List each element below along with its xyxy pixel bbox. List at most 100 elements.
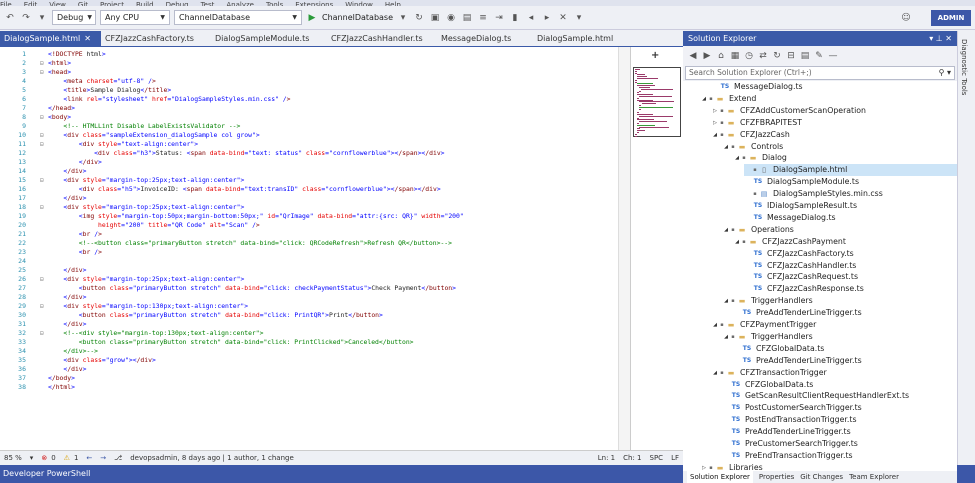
code-line[interactable]: <!--<div style="margin-top:130px;text-al… bbox=[48, 329, 263, 338]
code-line[interactable]: </div> bbox=[48, 167, 86, 176]
run-button-label[interactable]: ChannelDatabase bbox=[322, 13, 393, 22]
code-line[interactable]: <button class="primaryButton stretch" da… bbox=[48, 311, 383, 320]
tree-item[interactable]: TS DialogSampleModule.ts bbox=[744, 176, 957, 188]
tab-messagedialog[interactable]: MessageDialog.ts bbox=[437, 31, 533, 46]
code-line[interactable]: </html> bbox=[48, 383, 75, 392]
split-plus-icon[interactable]: + bbox=[651, 50, 659, 61]
code-line[interactable]: <br /> bbox=[48, 230, 102, 239]
forward-arrow-icon[interactable]: → bbox=[100, 454, 106, 462]
diagnostic-tools-strip[interactable]: Diagnostic Tools bbox=[957, 31, 975, 465]
expanded-arrow-icon[interactable]: ◢ bbox=[700, 93, 708, 105]
minimap[interactable] bbox=[630, 47, 683, 451]
code-line[interactable]: </div> bbox=[48, 320, 86, 329]
expanded-arrow-icon[interactable]: ◢ bbox=[722, 224, 730, 236]
close-icon[interactable]: ✕ bbox=[84, 34, 91, 43]
tree-item[interactable]: ▷ ▪ ▬ CFZAddCustomerScanOperation bbox=[711, 105, 957, 117]
tree-item[interactable]: TS CFZJazzCashRequest.ts bbox=[744, 271, 957, 283]
tree-item[interactable]: TS MessageDialog.ts bbox=[744, 212, 957, 224]
tree-item[interactable]: TS PostCustomerSearchTrigger.ts bbox=[722, 402, 957, 414]
tree-item[interactable]: ◢ ▪ ▬ Dialog bbox=[733, 152, 957, 164]
code-line[interactable]: <br /> bbox=[48, 248, 102, 257]
line-ending[interactable]: LF bbox=[671, 454, 679, 462]
back-arrow-icon[interactable]: ← bbox=[86, 454, 92, 462]
tree-item[interactable]: TS PreAddTenderLineTrigger.ts bbox=[733, 307, 957, 319]
tree-item[interactable]: ◢ ▪ ▬ CFZJazzCashPayment bbox=[733, 236, 957, 248]
code-line[interactable]: </div>--> bbox=[48, 347, 98, 356]
overflow-icon[interactable]: ▾ bbox=[573, 12, 585, 24]
indent-icon[interactable]: ⇥ bbox=[493, 12, 505, 24]
code-line[interactable]: <head> bbox=[48, 68, 71, 77]
tab-dialogsample-html-2[interactable]: DialogSample.html bbox=[533, 31, 623, 46]
startup-project-select[interactable]: ChannelDatabase ▼ bbox=[174, 10, 302, 25]
tree-item[interactable]: TS PreEndTransactionTrigger.ts bbox=[722, 450, 957, 462]
code-line[interactable]: <!-- HTMLLint Disable LabelExistsValidat… bbox=[48, 122, 240, 131]
tree-item[interactable]: ▷ ▪ ▬ Libraries bbox=[700, 462, 957, 471]
zoom-dropdown-icon[interactable]: ▾ bbox=[30, 454, 34, 462]
tree-item[interactable]: ▷ ▪ ▬ CFZFBRAPITEST bbox=[711, 117, 957, 129]
code-line[interactable]: <div style="margin-top:25px;text-align:c… bbox=[48, 275, 244, 284]
account-badge[interactable]: ADMIN bbox=[931, 10, 971, 26]
fold-toggle-icon[interactable]: ⊟ bbox=[40, 113, 44, 122]
collapsed-arrow-icon[interactable]: ▷ bbox=[711, 117, 719, 129]
fold-toggle-icon[interactable]: ⊟ bbox=[40, 275, 44, 284]
code-line[interactable]: </div> bbox=[48, 194, 86, 203]
configuration-select[interactable]: Debug ▼ bbox=[52, 10, 96, 25]
tree-item[interactable]: TS CFZJazzCashResponse.ts bbox=[744, 283, 957, 295]
tab-cfzjazzcashfactory[interactable]: CFZJazzCashFactory.ts bbox=[101, 31, 211, 46]
tree-item[interactable]: TS PreAddTenderLineTrigger.ts bbox=[733, 355, 957, 367]
camera-icon[interactable]: ◉ bbox=[445, 12, 457, 24]
code-line[interactable]: </div> bbox=[48, 266, 86, 275]
code-line[interactable]: <div class="sampleExtension_dialogSample… bbox=[48, 131, 259, 140]
tree-item[interactable]: ◢ ▪ ▬ TriggerHandlers bbox=[722, 331, 957, 343]
code-line[interactable]: <!--<button class="primaryButton stretch… bbox=[48, 239, 452, 248]
tree-item[interactable]: ▪ ▤ DialogSampleStyles.min.css bbox=[744, 188, 957, 200]
code-line[interactable]: <title>Sample Dialog</title> bbox=[48, 86, 171, 95]
whitespace-mode[interactable]: SPC bbox=[650, 454, 664, 462]
warning-icon[interactable]: ⚠ bbox=[64, 454, 70, 462]
fold-toggle-icon[interactable]: ⊟ bbox=[40, 68, 44, 77]
tree-item[interactable]: TS MessageDialog.ts bbox=[711, 81, 957, 93]
pin-icon[interactable]: ⊥ bbox=[936, 34, 943, 43]
panel-tab-team-explorer[interactable]: Team Explorer bbox=[849, 471, 899, 483]
fold-toggle-icon[interactable]: ⊟ bbox=[40, 176, 44, 185]
code-line[interactable]: <img style="margin-top:50px;margin-botto… bbox=[48, 212, 464, 221]
pin-icon[interactable]: ▾ bbox=[929, 34, 933, 43]
home-icon[interactable]: ⌂ bbox=[715, 50, 727, 62]
history-icon[interactable]: ◷ bbox=[743, 50, 755, 62]
expanded-arrow-icon[interactable]: ◢ bbox=[722, 295, 730, 307]
code-line[interactable]: </head> bbox=[48, 104, 75, 113]
code-editor[interactable]: 1 2 3 4 5 6 7 8 9 10 11 12 13 14 15 16 17 18 19 20 21 22 23 24 2… bbox=[0, 46, 683, 451]
tree-item[interactable]: ◢ ▪ ▬ Operations bbox=[722, 224, 957, 236]
fold-toggle-icon[interactable]: ⊟ bbox=[40, 131, 44, 140]
code-line[interactable]: <div style="text-align:center"> bbox=[48, 140, 198, 149]
error-icon[interactable]: ⊗ bbox=[41, 454, 47, 462]
properties-icon[interactable]: ✎ bbox=[813, 50, 825, 62]
tree-item[interactable]: ◢ ▪ ▬ CFZPaymentTrigger bbox=[711, 319, 957, 331]
tree-item[interactable]: TS CFZJazzCashFactory.ts bbox=[744, 248, 957, 260]
bookmark-prev-icon[interactable]: ◂ bbox=[525, 12, 537, 24]
tree-item[interactable]: TS IDialogSampleResult.ts bbox=[744, 200, 957, 212]
code-line[interactable]: </div> bbox=[48, 293, 86, 302]
layout-icon[interactable]: ▤ bbox=[461, 12, 473, 24]
solution-explorer-search[interactable]: Search Solution Explorer (Ctrl+;) ⚲ ▾ bbox=[685, 66, 955, 80]
code-line[interactable]: <div style="margin-top:130px;text-align:… bbox=[48, 302, 248, 311]
tree-item[interactable]: TS CFZGlobalData.ts bbox=[722, 379, 957, 391]
undo-icon[interactable]: ↶ bbox=[4, 12, 16, 24]
diagnostic-tools-label[interactable]: Diagnostic Tools bbox=[960, 39, 968, 95]
close-icon[interactable]: ✕ bbox=[945, 34, 952, 43]
expanded-arrow-icon[interactable]: ◢ bbox=[722, 141, 730, 153]
expanded-arrow-icon[interactable]: ◢ bbox=[733, 152, 741, 164]
fold-toggle-icon[interactable]: ⊟ bbox=[40, 329, 44, 338]
feedback-icon[interactable]: ☺ bbox=[900, 12, 912, 24]
code-line[interactable]: <button class="primaryButton stretch" da… bbox=[48, 338, 414, 347]
dropdown-arrow-icon[interactable]: ▾ bbox=[36, 12, 48, 24]
switch-views-icon[interactable]: ▦ bbox=[729, 50, 741, 62]
preview-icon[interactable]: — bbox=[827, 50, 839, 62]
code-line[interactable]: <div style="margin-top:25px;text-align:c… bbox=[48, 176, 244, 185]
panel-tab-git-changes[interactable]: Git Changes bbox=[800, 471, 843, 483]
panel-tab-solution-explorer[interactable]: Solution Explorer bbox=[687, 471, 753, 483]
tree-item[interactable]: TS CFZJazzCashHandler.ts bbox=[744, 260, 957, 272]
show-all-files-icon[interactable]: ▤ bbox=[799, 50, 811, 62]
git-blame-info[interactable]: devopsadmin, 8 days ago | 1 author, 1 ch… bbox=[130, 454, 294, 462]
code-line[interactable]: <!DOCTYPE html> bbox=[48, 50, 106, 59]
